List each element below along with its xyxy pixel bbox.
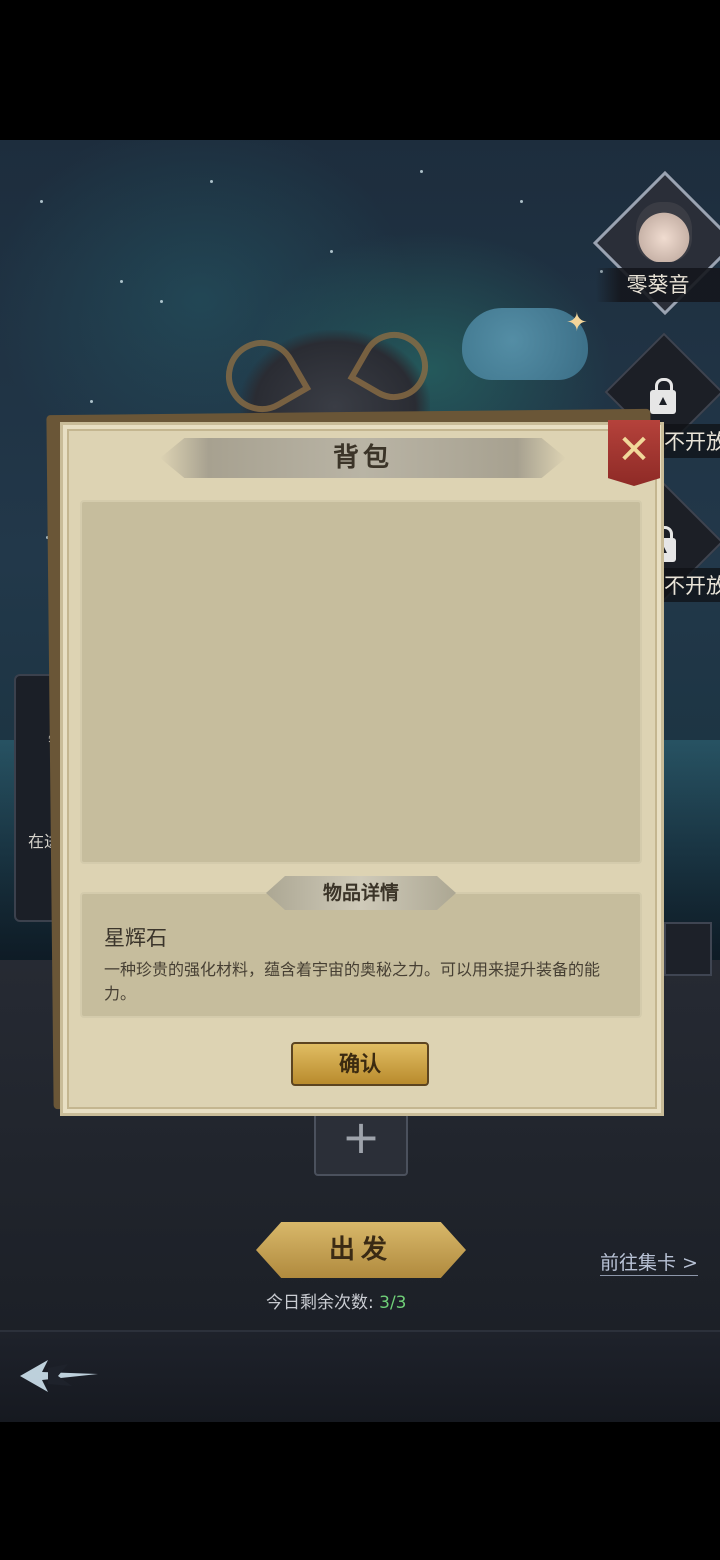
star	[90, 400, 93, 403]
character-portrait	[636, 202, 692, 262]
character-name: 零葵音	[596, 268, 720, 302]
add-slot-button[interactable]: +	[314, 1106, 408, 1176]
lock-icon	[650, 378, 676, 414]
inventory-grid	[80, 500, 642, 864]
attempts-value: 3/3	[379, 1293, 407, 1313]
star	[40, 200, 43, 203]
bottom-bar	[0, 1330, 720, 1422]
star	[210, 180, 213, 183]
star	[330, 250, 333, 253]
depart-button[interactable]: 出发	[256, 1222, 466, 1278]
sparkle-icon: ✦	[566, 308, 588, 338]
back-arrow-icon[interactable]	[18, 1356, 100, 1396]
modal-title: 背包	[332, 443, 393, 473]
remaining-attempts: 今日剩余次数: 3/3	[266, 1288, 466, 1313]
close-button[interactable]: ✕	[608, 420, 660, 486]
star	[160, 300, 163, 303]
item-description: 一种珍贵的强化材料，蕴含着宇宙的奥秘之力。可以用来提升装备的能力。	[104, 960, 601, 1003]
star	[120, 280, 123, 283]
item-detail-tab: 物品详情	[266, 876, 456, 910]
locked-label-1: 不开放	[660, 424, 720, 458]
right-side-slot	[664, 922, 712, 976]
star	[520, 200, 523, 203]
confirm-button[interactable]: 确认	[291, 1042, 429, 1086]
item-name: 星辉石	[104, 926, 167, 950]
star	[420, 170, 423, 173]
locked-label-2: 不开放	[660, 568, 720, 602]
goto-card-collection-link[interactable]: 前往集卡 >	[600, 1248, 698, 1276]
attempts-label: 今日剩余次数:	[266, 1293, 374, 1313]
close-x-icon: ✕	[617, 427, 651, 473]
